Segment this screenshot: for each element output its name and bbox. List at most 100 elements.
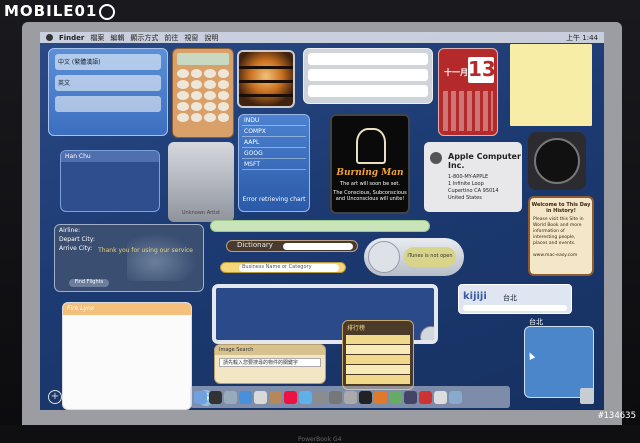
unit-converter-widget[interactable] (303, 48, 433, 104)
flight-banner: Thank you for using our service (98, 247, 193, 254)
stocks-widget[interactable]: INDU COMPX AAPL GOOG MSFT Error retrievi… (238, 114, 310, 212)
dictionary-widget[interactable]: Dictionary (226, 240, 358, 252)
imovie-icon[interactable] (329, 390, 342, 404)
menu-item-go[interactable]: 前往 (164, 33, 178, 43)
image-search-input[interactable]: 請先輸入您要搜尋的物件的關鍵字 (219, 358, 321, 367)
list-item[interactable] (346, 335, 410, 344)
itunes-control-icon[interactable] (368, 241, 400, 273)
converter-input-middle[interactable] (308, 69, 428, 81)
mail-icon[interactable] (224, 390, 237, 404)
contact-name: Apple Computer Inc. (448, 152, 521, 170)
safari-icon[interactable] (239, 390, 252, 404)
stock-row[interactable]: COMPX (242, 127, 306, 137)
clock-widget[interactable] (528, 132, 586, 190)
list-item[interactable] (346, 345, 410, 354)
menu-item-edit[interactable]: 編輯 (110, 33, 124, 43)
menu-item-help[interactable]: 說明 (204, 33, 218, 43)
calendar-month: 十一月 (444, 68, 468, 77)
menu-item-window[interactable]: 視窗 (184, 33, 198, 43)
converter-input-bottom[interactable] (308, 85, 428, 97)
translation-widget[interactable]: 中文 (繁體漢語) 英文 (48, 48, 168, 136)
history-link[interactable]: www.mac-easy.com (530, 250, 592, 262)
kijiji-search-input[interactable] (463, 305, 567, 311)
history-title: Welcome to This Day in History! (531, 202, 591, 214)
app-icon[interactable] (449, 390, 462, 404)
dictionary-search-input[interactable] (283, 243, 353, 250)
calculator-keypad[interactable] (177, 69, 229, 122)
add-widget-icon[interactable]: + (48, 390, 62, 404)
calculator-widget[interactable] (172, 48, 234, 138)
green-search-bar[interactable] (210, 220, 430, 232)
music-widget[interactable]: Unknown Artist (168, 142, 234, 222)
yellow-pages-widget[interactable]: Business Name or Category (220, 262, 346, 273)
ical-icon[interactable] (284, 390, 297, 404)
find-flights-button[interactable]: Find Flights (69, 279, 109, 287)
stock-row[interactable]: MSFT (242, 160, 306, 170)
menu-app-finder[interactable]: Finder (59, 34, 84, 42)
desktop-screen: Finder 檔案 編輯 顯示方式 前往 視窗 說明 上午 1:44 中文 (繁… (40, 32, 604, 410)
list-item[interactable] (346, 365, 410, 374)
ichat-icon[interactable] (254, 390, 267, 404)
tiger-photo-widget[interactable] (237, 50, 295, 108)
laptop-label: PowerBook G4 (298, 436, 342, 443)
tile-game-knob-icon[interactable] (420, 326, 434, 340)
terminal-icon[interactable] (359, 390, 372, 404)
list-item[interactable] (346, 375, 410, 384)
world-map-icon (127, 233, 197, 281)
stickies-note-white[interactable]: Fire Lynx (62, 302, 192, 410)
calendar-day: 13 (468, 57, 496, 83)
photo-background: MOBILE01 PowerBook G4 Finder 檔案 編輯 顯示方式 … (0, 0, 640, 443)
contact-details: 1-800-MY-APPLE 1 Infinite Loop Cupertino… (448, 174, 499, 202)
list-item[interactable] (346, 355, 410, 364)
itunes-widget[interactable]: iTunes is not open (364, 238, 464, 276)
stickies-note-yellow[interactable] (510, 44, 592, 126)
firefox-icon[interactable] (374, 390, 387, 404)
kijiji-logo: kijiji (463, 291, 487, 302)
contact-street: 1 Infinite Loop (448, 181, 484, 187)
language-row-2[interactable]: 英文 (55, 75, 161, 91)
finder-icon[interactable] (194, 390, 207, 404)
translation-output[interactable] (55, 96, 161, 112)
burning-man-widget[interactable]: Burning Man The art will soon be set. Th… (330, 114, 410, 214)
dock (190, 386, 510, 408)
stock-row[interactable]: GOOG (242, 149, 306, 159)
calendar-widget[interactable]: 十一月 13 (438, 48, 498, 136)
menu-item-view[interactable]: 顯示方式 (130, 33, 158, 43)
burning-man-body: The Conscious, Subconscious and Unconsci… (333, 190, 407, 202)
image-search-widget[interactable]: Image Search 請先輸入您要搜尋的物件的關鍵字 (214, 344, 326, 384)
chat-widget[interactable]: Han Chu (60, 150, 160, 212)
address-book-widget[interactable]: Apple Computer Inc. 1-800-MY-APPLE 1 Inf… (424, 142, 522, 212)
app-icon[interactable] (419, 390, 432, 404)
calculator-display (177, 53, 229, 65)
stock-row[interactable]: AAPL (242, 138, 306, 148)
language-row-1[interactable]: 中文 (繁體漢語) (55, 54, 161, 70)
converter-input-top[interactable] (308, 53, 428, 65)
dictionary-title: Dictionary (237, 241, 273, 249)
flight-tracker-widget[interactable]: Airline: Depart City: Arrive City: Thank… (54, 224, 204, 292)
ranking-list-widget[interactable]: 排行榜 (342, 320, 414, 390)
kijiji-widget[interactable]: kijiji 台北 (458, 284, 572, 314)
app-icon[interactable] (434, 390, 447, 404)
app-icon[interactable] (389, 390, 402, 404)
business-search-input[interactable]: Business Name or Category (239, 264, 339, 272)
image-search-header: Image Search (215, 345, 325, 355)
burning-man-figure-icon (356, 128, 386, 164)
itunes-icon[interactable] (299, 390, 312, 404)
stock-row[interactable]: INDU (242, 116, 306, 126)
kijiji-city[interactable]: 台北 (503, 293, 517, 303)
dashboard-icon[interactable] (209, 390, 222, 404)
contact-city: Cupertino CA 95014 (448, 188, 499, 194)
address-book-icon[interactable] (269, 390, 282, 404)
system-preferences-icon[interactable] (344, 390, 357, 404)
trash-icon[interactable] (580, 388, 594, 404)
menu-bar: Finder 檔案 編輯 顯示方式 前往 視窗 說明 上午 1:44 (40, 32, 604, 43)
app-icon[interactable] (404, 390, 417, 404)
menu-item-file[interactable]: 檔案 (90, 33, 104, 43)
calendar-grid[interactable] (443, 91, 493, 131)
menu-clock[interactable]: 上午 1:44 (566, 33, 598, 43)
site-logo: MOBILE01 (4, 2, 116, 20)
iphoto-icon[interactable] (314, 390, 327, 404)
apple-menu-icon[interactable] (46, 34, 53, 41)
this-day-in-history-widget[interactable]: Welcome to This Day in History! Please v… (528, 196, 594, 276)
contact-phone[interactable]: 1-800-MY-APPLE (448, 174, 499, 181)
